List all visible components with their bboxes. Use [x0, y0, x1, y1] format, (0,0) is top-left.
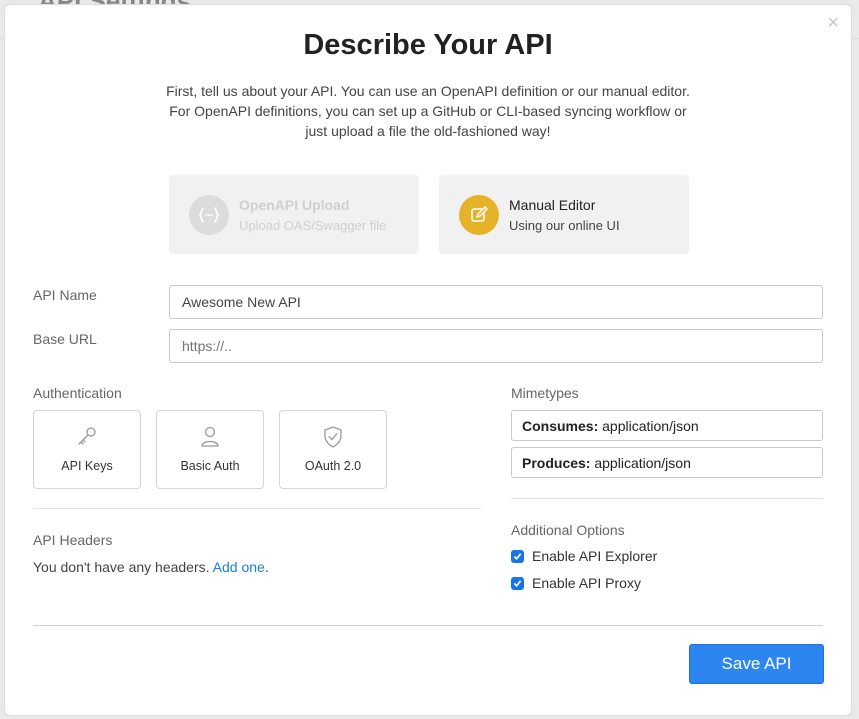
shield-check-icon — [321, 425, 345, 449]
headers-empty-text: You don't have any headers. — [33, 559, 210, 575]
openapi-upload-title: OpenAPI Upload — [239, 196, 350, 213]
base-url-label: Base URL — [33, 331, 97, 347]
consumes-key: Consumes: — [522, 418, 599, 434]
openapi-upload-subtitle: Upload OAS/Swagger file — [239, 217, 387, 233]
enable-api-proxy-checkbox[interactable]: Enable API Proxy — [511, 575, 641, 591]
produces-mimetype-field[interactable]: Produces: application/json — [511, 447, 823, 478]
headers-empty-message: You don't have any headers. Add one. — [33, 559, 269, 575]
describe-api-modal: × Describe Your API First, tell us about… — [4, 4, 852, 716]
additional-options-label: Additional Options — [511, 522, 625, 538]
modal-title: Describe Your API — [303, 29, 553, 61]
pencil-edit-icon — [459, 194, 499, 235]
key-icon — [75, 425, 99, 449]
code-braces-icon — [189, 194, 229, 235]
auth-option-api-keys[interactable]: API Keys — [33, 410, 141, 489]
auth-option-label: Basic Auth — [180, 459, 240, 473]
produces-key: Produces: — [522, 455, 591, 471]
api-name-label: API Name — [33, 287, 97, 303]
footer-divider — [33, 625, 823, 626]
produces-value: application/json — [594, 455, 691, 471]
intro-line: For OpenAPI definitions, you can set up … — [169, 103, 687, 119]
manual-editor-title: Manual Editor — [509, 196, 596, 213]
auth-option-label: API Keys — [61, 459, 113, 473]
api-headers-label: API Headers — [33, 532, 113, 548]
user-icon — [198, 425, 222, 449]
headers-period: . — [264, 559, 269, 575]
consumes-value: application/json — [602, 418, 699, 434]
auth-option-basic-auth[interactable]: Basic Auth — [156, 410, 264, 489]
intro-line: First, tell us about your API. You can u… — [166, 83, 690, 99]
auth-option-oauth2[interactable]: OAuth 2.0 — [279, 410, 387, 489]
add-header-link[interactable]: Add one — [213, 559, 265, 575]
mimetypes-label: Mimetypes — [511, 385, 579, 401]
intro-line: just upload a file the old-fashioned way… — [305, 123, 551, 139]
api-name-input[interactable] — [169, 285, 823, 319]
checkmark-icon — [511, 549, 524, 563]
enable-api-explorer-checkbox[interactable]: Enable API Explorer — [511, 548, 657, 564]
auth-option-label: OAuth 2.0 — [304, 459, 362, 473]
checkmark-icon — [511, 576, 524, 590]
authentication-label: Authentication — [33, 385, 122, 401]
save-api-button[interactable]: Save API — [689, 644, 824, 684]
section-divider — [33, 508, 481, 509]
manual-editor-card[interactable]: Manual Editor Using our online UI — [439, 175, 689, 254]
enable-api-explorer-label: Enable API Explorer — [532, 548, 658, 564]
base-url-input[interactable] — [169, 329, 823, 363]
openapi-upload-card[interactable]: OpenAPI Upload Upload OAS/Swagger file — [169, 175, 419, 254]
modal-intro: First, tell us about your API. You can u… — [125, 81, 731, 141]
consumes-mimetype-field[interactable]: Consumes: application/json — [511, 410, 823, 441]
manual-editor-subtitle: Using our online UI — [509, 217, 620, 233]
section-divider — [511, 498, 823, 499]
enable-api-proxy-label: Enable API Proxy — [532, 575, 641, 591]
